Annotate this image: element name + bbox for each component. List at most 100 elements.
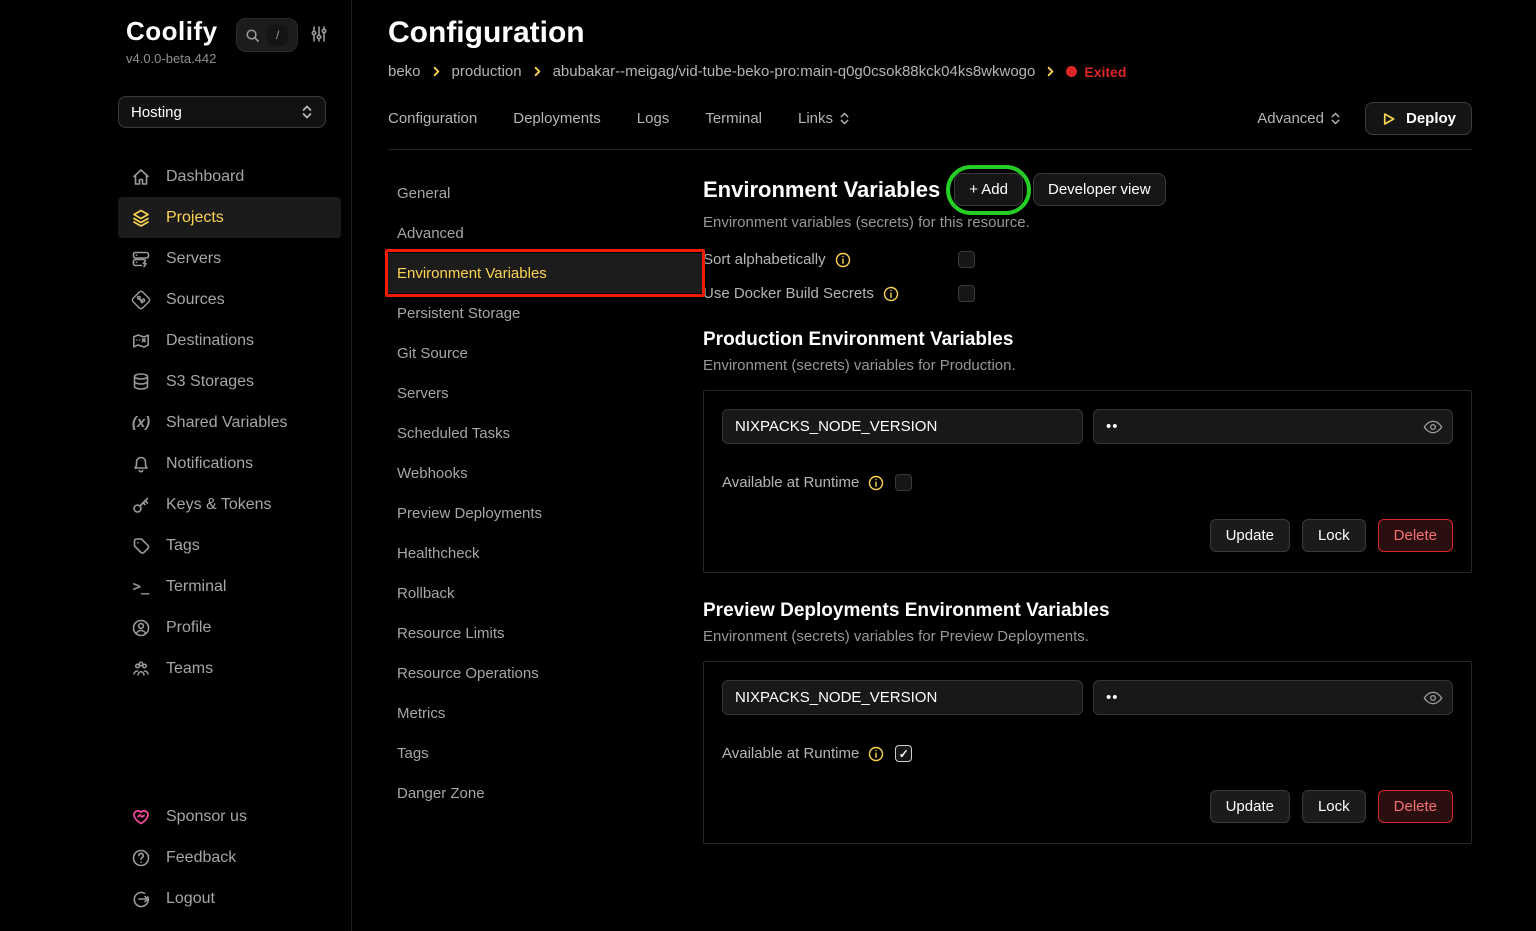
subnav-item-webhooks[interactable]: Webhooks bbox=[388, 453, 703, 493]
developer-view-button[interactable]: Developer view bbox=[1033, 173, 1166, 206]
sidebar-item-label: Sources bbox=[166, 291, 225, 309]
var-value-input[interactable] bbox=[1093, 409, 1453, 444]
sidebar-item-logout[interactable]: Logout bbox=[118, 878, 341, 919]
database-icon bbox=[130, 371, 152, 393]
var-name-input[interactable] bbox=[722, 680, 1083, 715]
subnav-item-persistent-storage[interactable]: Persistent Storage bbox=[388, 293, 703, 333]
parentheses-x-icon: (x) bbox=[130, 412, 152, 434]
preview-section-head: Preview Deployments Environment Variable… bbox=[703, 600, 1472, 645]
subnav-item-preview-deployments[interactable]: Preview Deployments bbox=[388, 493, 703, 533]
logo-block: Coolify v4.0.0-beta.442 bbox=[126, 16, 218, 66]
subnav-item-tags[interactable]: Tags bbox=[388, 733, 703, 773]
subnav-item-environment-variables[interactable]: Environment Variables bbox=[388, 253, 703, 293]
section-subtitle: Environment (secrets) variables for Prod… bbox=[703, 357, 1472, 374]
search-hotkey: / bbox=[267, 25, 288, 46]
breadcrumb-environment[interactable]: production bbox=[452, 63, 522, 80]
sidebar-item-s3-storages[interactable]: S3 Storages bbox=[118, 361, 341, 402]
add-button[interactable]: + Add bbox=[954, 173, 1023, 206]
sidebar-item-shared-variables[interactable]: (x) Shared Variables bbox=[118, 402, 341, 443]
tab-deployments[interactable]: Deployments bbox=[513, 110, 601, 127]
reveal-value-button[interactable] bbox=[1423, 419, 1443, 435]
sidebar-item-dashboard[interactable]: Dashboard bbox=[118, 156, 341, 197]
reveal-value-button[interactable] bbox=[1423, 690, 1443, 706]
sort-alphabetically-checkbox[interactable] bbox=[958, 251, 975, 268]
toggle-label-wrap: Sort alphabetically bbox=[703, 251, 958, 268]
sidebar-item-feedback[interactable]: Feedback bbox=[118, 837, 341, 878]
deploy-button[interactable]: Deploy bbox=[1365, 102, 1472, 135]
sidebar-item-label: Shared Variables bbox=[166, 414, 288, 432]
update-button[interactable]: Update bbox=[1210, 790, 1290, 823]
sidebar-item-sponsor[interactable]: Sponsor us bbox=[118, 796, 341, 837]
sidebar-item-teams[interactable]: Teams bbox=[118, 648, 341, 689]
lock-button[interactable]: Lock bbox=[1302, 790, 1366, 823]
eye-icon bbox=[1423, 419, 1443, 435]
runtime-label: Available at Runtime bbox=[722, 745, 859, 762]
chevron-updown-icon bbox=[1330, 112, 1341, 125]
sidebar-item-destinations[interactable]: Destinations bbox=[118, 320, 341, 361]
map-icon bbox=[130, 330, 152, 352]
subnav-item-metrics[interactable]: Metrics bbox=[388, 693, 703, 733]
status-label: Exited bbox=[1084, 64, 1126, 80]
var-value-input[interactable] bbox=[1093, 680, 1453, 715]
runtime-label: Available at Runtime bbox=[722, 474, 859, 491]
sidebar-item-projects[interactable]: Projects bbox=[118, 197, 341, 238]
runtime-checkbox[interactable] bbox=[895, 474, 912, 491]
lock-button[interactable]: Lock bbox=[1302, 519, 1366, 552]
sidebar-item-label: Terminal bbox=[166, 578, 226, 596]
section-heading: Production Environment Variables bbox=[703, 329, 1472, 351]
toggle-label-wrap: Use Docker Build Secrets bbox=[703, 285, 958, 302]
key-icon bbox=[130, 494, 152, 516]
team-select[interactable]: Hosting bbox=[118, 96, 326, 128]
sidebar-item-label: Destinations bbox=[166, 332, 254, 350]
subnav-item-resource-operations[interactable]: Resource Operations bbox=[388, 653, 703, 693]
docker-build-secrets-checkbox[interactable] bbox=[958, 285, 975, 302]
eye-icon bbox=[1423, 690, 1443, 706]
var-name-input[interactable] bbox=[722, 409, 1083, 444]
chevron-updown-icon bbox=[839, 112, 850, 125]
subnav-item-servers[interactable]: Servers bbox=[388, 373, 703, 413]
delete-button[interactable]: Delete bbox=[1378, 519, 1453, 552]
tab-terminal[interactable]: Terminal bbox=[705, 110, 762, 127]
git-fork-icon bbox=[130, 289, 152, 311]
sidebar-item-sources[interactable]: Sources bbox=[118, 279, 341, 320]
chevron-right-icon bbox=[430, 65, 443, 78]
tab-configuration[interactable]: Configuration bbox=[388, 110, 477, 127]
toggle-sort-alphabetically: Sort alphabetically bbox=[703, 251, 1472, 268]
delete-button[interactable]: Delete bbox=[1378, 790, 1453, 823]
subnav-item-general[interactable]: General bbox=[388, 173, 703, 213]
sidebar-item-label: Feedback bbox=[166, 849, 236, 867]
sidebar-item-keys-tokens[interactable]: Keys & Tokens bbox=[118, 484, 341, 525]
app-version: v4.0.0-beta.442 bbox=[126, 51, 218, 66]
breadcrumb-resource[interactable]: abubakar--meigag/vid-tube-beko-pro:main-… bbox=[553, 63, 1036, 80]
command-palette-button[interactable] bbox=[310, 25, 328, 43]
subnav-item-advanced[interactable]: Advanced bbox=[388, 213, 703, 253]
breadcrumb-team[interactable]: beko bbox=[388, 63, 421, 80]
sidebar-item-profile[interactable]: Profile bbox=[118, 607, 341, 648]
subnav-item-rollback[interactable]: Rollback bbox=[388, 573, 703, 613]
runtime-checkbox[interactable] bbox=[895, 745, 912, 762]
subnav-item-scheduled-tasks[interactable]: Scheduled Tasks bbox=[388, 413, 703, 453]
tab-logs[interactable]: Logs bbox=[637, 110, 670, 127]
advanced-dropdown[interactable]: Advanced bbox=[1257, 110, 1341, 127]
info-icon bbox=[835, 252, 851, 268]
terminal-icon: >_ bbox=[130, 576, 152, 598]
section-heading: Preview Deployments Environment Variable… bbox=[703, 600, 1472, 622]
tab-links[interactable]: Links bbox=[798, 110, 850, 127]
sidebar-item-notifications[interactable]: Notifications bbox=[118, 443, 341, 484]
app-logo[interactable]: Coolify bbox=[126, 16, 218, 47]
sidebar-item-label: Dashboard bbox=[166, 168, 244, 186]
search-button[interactable]: / bbox=[236, 18, 298, 52]
sidebar-item-servers[interactable]: Servers bbox=[118, 238, 341, 279]
team-select-value: Hosting bbox=[131, 104, 182, 121]
subnav-item-healthcheck[interactable]: Healthcheck bbox=[388, 533, 703, 573]
subnav-item-git-source[interactable]: Git Source bbox=[388, 333, 703, 373]
var-inputs-row bbox=[722, 409, 1453, 444]
update-button[interactable]: Update bbox=[1210, 519, 1290, 552]
sliders-icon bbox=[310, 25, 328, 43]
sidebar-item-tags[interactable]: Tags bbox=[118, 525, 341, 566]
status-badge: Exited bbox=[1066, 64, 1126, 80]
subnav-item-resource-limits[interactable]: Resource Limits bbox=[388, 613, 703, 653]
subnav-item-danger-zone[interactable]: Danger Zone bbox=[388, 773, 703, 813]
sidebar-item-terminal[interactable]: >_ Terminal bbox=[118, 566, 341, 607]
tab-links-label: Links bbox=[798, 110, 833, 127]
